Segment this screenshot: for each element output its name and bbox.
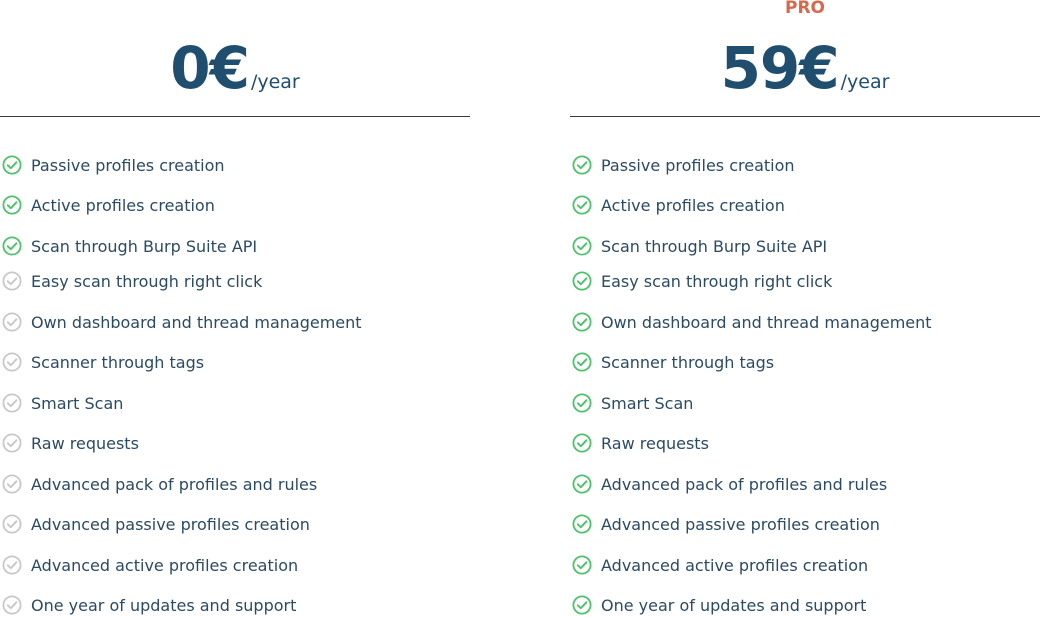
feature-label: Advanced active profiles creation (31, 555, 299, 575)
check-circle-icon (571, 311, 593, 333)
check-circle-disabled-icon (1, 351, 23, 373)
price-amount: 59€ (720, 34, 840, 102)
check-circle-disabled-icon (1, 473, 23, 495)
feature-label: One year of updates and support (601, 595, 867, 615)
feature-label: Advanced passive profiles creation (601, 514, 880, 534)
check-circle-disabled-icon (1, 594, 23, 616)
check-circle-disabled-icon (1, 513, 23, 535)
feature-item: Raw requests (0, 431, 139, 455)
feature-item: Own dashboard and thread management (0, 310, 362, 334)
price-period: /year (250, 71, 300, 93)
feature-label: Easy scan through right click (601, 271, 833, 291)
feature-label: Smart Scan (601, 393, 694, 413)
tier-label (0, 0, 470, 18)
check-circle-icon (1, 154, 23, 176)
price-row: 0€/year (0, 33, 470, 103)
feature-item: One year of updates and support (0, 593, 296, 617)
feature-item: Active profiles creation (0, 193, 215, 217)
feature-item: Scanner through tags (570, 350, 774, 374)
price-period: /year (840, 71, 890, 93)
feature-item: Scan through Burp Suite API (570, 234, 827, 258)
check-circle-disabled-icon (1, 311, 23, 333)
check-circle-icon (571, 513, 593, 535)
feature-item: Easy scan through right click (0, 269, 262, 293)
feature-label: Own dashboard and thread management (31, 312, 362, 332)
check-circle-icon (571, 432, 593, 454)
feature-label: Scan through Burp Suite API (31, 236, 258, 256)
feature-item: Advanced active profiles creation (0, 553, 298, 577)
check-circle-icon (571, 554, 593, 576)
check-circle-icon (571, 270, 593, 292)
check-circle-icon (571, 351, 593, 373)
feature-label: Advanced pack of profiles and rules (31, 474, 318, 494)
plan-pro: PRO 59€/year Passive profiles creation Ac… (570, 0, 1040, 615)
check-circle-icon (571, 473, 593, 495)
feature-item: Advanced active profiles creation (570, 553, 868, 577)
feature-label: Active profiles creation (31, 195, 215, 215)
check-circle-icon (1, 194, 23, 216)
feature-item: Active profiles creation (570, 193, 785, 217)
feature-label: Scanner through tags (601, 352, 775, 372)
feature-label: Raw requests (31, 433, 139, 453)
divider (570, 116, 1040, 117)
check-circle-icon (571, 154, 593, 176)
feature-item: Own dashboard and thread management (570, 310, 932, 334)
tier-label: PRO (784, 0, 825, 18)
feature-label: Active profiles creation (601, 195, 785, 215)
check-circle-icon (571, 235, 593, 257)
feature-item: One year of updates and support (570, 593, 866, 617)
check-circle-disabled-icon (1, 392, 23, 414)
feature-item: Advanced passive profiles creation (0, 512, 310, 536)
feature-item: Passive profiles creation (0, 153, 225, 177)
check-circle-icon (1, 235, 23, 257)
check-circle-disabled-icon (1, 270, 23, 292)
feature-item: Scanner through tags (0, 350, 204, 374)
price-amount: 0€ (170, 34, 250, 102)
feature-label: One year of updates and support (31, 595, 297, 615)
feature-item: Advanced passive profiles creation (570, 512, 880, 536)
feature-item: Smart Scan (0, 391, 123, 415)
feature-label: Raw requests (601, 433, 709, 453)
feature-label: Easy scan through right click (31, 271, 263, 291)
feature-item: Advanced pack of profiles and rules (570, 472, 887, 496)
check-circle-icon (571, 194, 593, 216)
price-row: 59€/year (570, 33, 1040, 103)
feature-item: Scan through Burp Suite API (0, 234, 257, 258)
feature-label: Scan through Burp Suite API (601, 236, 828, 256)
feature-label: Smart Scan (31, 393, 124, 413)
plan-free: 0€/year Passive profiles creation Active … (0, 0, 470, 615)
divider (0, 116, 470, 117)
feature-item: Smart Scan (570, 391, 693, 415)
feature-label: Advanced active profiles creation (601, 555, 869, 575)
feature-item: Easy scan through right click (570, 269, 832, 293)
check-circle-icon (571, 594, 593, 616)
feature-item: Passive profiles creation (570, 153, 795, 177)
feature-label: Own dashboard and thread management (601, 312, 932, 332)
check-circle-icon (571, 392, 593, 414)
feature-label: Passive profiles creation (601, 155, 795, 175)
feature-label: Passive profiles creation (31, 155, 225, 175)
feature-item: Advanced pack of profiles and rules (0, 472, 317, 496)
check-circle-disabled-icon (1, 432, 23, 454)
check-circle-disabled-icon (1, 554, 23, 576)
feature-label: Advanced passive profiles creation (31, 514, 310, 534)
feature-label: Scanner through tags (31, 352, 205, 372)
feature-item: Raw requests (570, 431, 709, 455)
feature-label: Advanced pack of profiles and rules (601, 474, 888, 494)
